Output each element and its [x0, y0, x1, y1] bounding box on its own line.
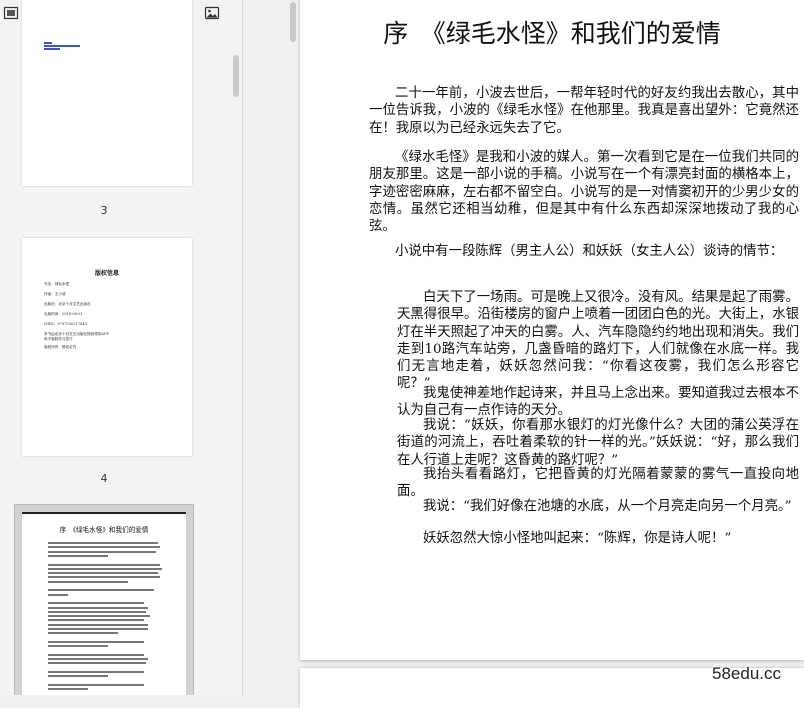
document-scrollbar[interactable] [287, 0, 299, 695]
quote-paragraph: 我说：“我们好像在池塘的水底，从一个月亮走向另一个月亮。” [423, 499, 792, 514]
page-title: 序 《绿毛水怪》和我们的爱情 [383, 19, 721, 48]
thumbnail-text-line [48, 653, 144, 656]
thumbnail-text-line [48, 615, 150, 618]
quote-paragraph: 我说：“妖妖，你看那水银灯的灯光像什么？大团的蒲公英浮在街道的河流上，吞吐着柔软… [397, 418, 799, 468]
thumbnail-text-line [48, 589, 154, 592]
thumbnail-text-line [48, 606, 148, 609]
thumbnail-text-row: 电子版制作与发行 [44, 337, 73, 341]
quote-paragraph: 白天下了一场雨。可是晚上又很冷。没有风。结果是起了雨雾。天黑得很早。沿街楼房的窗… [397, 290, 799, 392]
thumbnail-text-line [48, 593, 68, 596]
thumbnail-text-line [48, 628, 148, 630]
thumbnail-text-line [48, 563, 160, 566]
thumbnail-sidebar: 3 版权信息 书名：绿毛水怪 作者：王小波 出版社：北京十月文艺出版社 出版时间… [0, 0, 232, 695]
page-thumbnail-5[interactable]: 序 《绿毛水怪》和我们的爱情 [22, 512, 186, 695]
sidebar-scrollbar-thumb[interactable] [233, 55, 239, 97]
thumbnail-text-line [48, 683, 144, 686]
document-scrollbar-thumb[interactable] [290, 2, 296, 42]
thumbnail-text-row: 版权所有 · 侵权必究 [44, 345, 77, 349]
thumbnail-text-line [48, 623, 148, 626]
image-icon[interactable] [204, 5, 220, 21]
page-thumbnail-3[interactable] [22, 0, 192, 186]
thumbnail-text-row: 书名：绿毛水怪 [44, 282, 70, 286]
page-thumbnail-4[interactable]: 版权信息 书名：绿毛水怪 作者：王小波 出版社：北京十月文艺出版社 出版时间：2… [22, 238, 192, 456]
sidebar-scrollbar[interactable] [232, 0, 242, 695]
link-line [44, 42, 52, 44]
paragraph: 小说中有一段陈辉（男主人公）和妖妖（女主人公）谈诗的情节： [395, 244, 784, 259]
thumbnail-text-line [48, 688, 88, 691]
thumbnail-text-row: 作者：王小波 [44, 292, 66, 296]
page-number-4: 4 [100, 472, 108, 485]
thumbnail-text-line [48, 671, 144, 673]
zoom-out-thumbnails-icon[interactable] [3, 5, 19, 21]
thumbnail-title: 序 《绿毛水怪》和我们的爱情 [59, 526, 149, 534]
quote-paragraph: 妖妖忽然大惊小怪地叫起来：“陈辉，你是诗人呢！” [423, 531, 732, 546]
link-line [44, 48, 60, 50]
thumbnail-text-line [48, 610, 146, 613]
watermark: 58edu.cc [712, 664, 781, 683]
link-line [44, 45, 80, 47]
document-page: 序 《绿毛水怪》和我们的爱情 二十一年前，小波去世后，一帮年轻时代的好友约我出去… [300, 0, 804, 660]
paragraph: 《绿水毛怪》是我和小波的媒人。第一次看到它是在一位我们共同的朋友那里。这是一部小… [369, 150, 799, 235]
thumbnail-title: 版权信息 [94, 270, 119, 277]
thumbnail-text-line [48, 572, 158, 575]
thumbnail-text-line [48, 662, 146, 665]
thumbnail-text-line [48, 576, 160, 579]
thumbnail-text-row: ISBN：9787530217849 [44, 322, 87, 326]
thumbnail-text-line [48, 632, 118, 635]
thumbnail-text-line [48, 658, 148, 661]
paragraph: 二十一年前，小波去世后，一帮年轻时代的好友约我出去散心，其中一位告诉我，小波的《… [369, 86, 799, 136]
thumbnail-text-line [48, 619, 144, 622]
quote-paragraph: 我抬头看看路灯，它把昏黄的灯光隔着蒙蒙的雾气一直投向地面。 [397, 467, 799, 500]
thumbnail-text-line [48, 542, 158, 544]
quote-paragraph: 我鬼使神差地作起诗来，并且马上念出来。要知道我过去根本不认为自己有一点作诗的天分… [397, 386, 799, 419]
thumbnail-text-line [48, 554, 108, 557]
page-number-3: 3 [100, 204, 108, 217]
thumbnail-text-row: 出版时间：2018-06-01 [44, 312, 83, 316]
thumbnail-text-line [48, 567, 162, 570]
thumbnail-text-line [48, 675, 108, 678]
thumbnail-text-line [48, 550, 156, 553]
thumbnail-text-row: 出版社：北京十月文艺出版社 [44, 302, 91, 306]
thumbnail-text-line [48, 580, 128, 583]
thumbnail-text-line [48, 640, 144, 643]
thumbnail-text-line [48, 602, 144, 605]
thumbnail-text-line [48, 546, 160, 549]
thumbnail-text-line [48, 645, 108, 648]
